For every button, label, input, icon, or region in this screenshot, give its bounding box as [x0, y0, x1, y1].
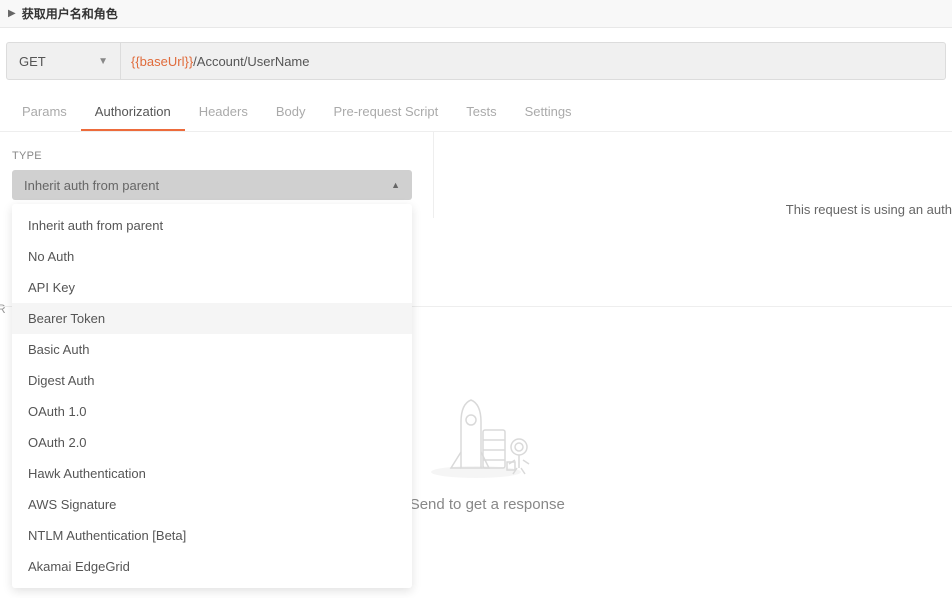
http-method-select[interactable]: GET ▼	[7, 43, 121, 79]
tab-authorization[interactable]: Authorization	[81, 94, 185, 131]
auth-right-panel: This request is using an auth	[434, 132, 952, 218]
request-row: GET ▼ {{baseUrl}}/Account/UserName	[6, 42, 946, 80]
auth-type-label: TYPE	[12, 150, 421, 162]
title-bar: ▶ 获取用户名和角色	[0, 0, 952, 28]
tab-params[interactable]: Params	[8, 94, 81, 131]
auth-option-basic[interactable]: Basic Auth	[12, 334, 412, 365]
tab-settings[interactable]: Settings	[511, 94, 586, 131]
content-area: TYPE Inherit auth from parent ▲ Inherit …	[0, 132, 952, 218]
auth-option-apikey[interactable]: API Key	[12, 272, 412, 303]
tab-tests[interactable]: Tests	[452, 94, 510, 131]
auth-inherit-text: This request is using an auth	[786, 202, 952, 217]
tab-headers[interactable]: Headers	[185, 94, 262, 131]
triangle-up-icon: ▲	[391, 180, 400, 190]
auth-option-aws[interactable]: AWS Signature	[12, 489, 412, 520]
url-input[interactable]: {{baseUrl}}/Account/UserName	[121, 43, 945, 79]
url-variable: {{baseUrl}}	[131, 54, 193, 69]
chevron-down-icon: ▼	[98, 56, 108, 67]
auth-option-digest[interactable]: Digest Auth	[12, 365, 412, 396]
auth-left-panel: TYPE Inherit auth from parent ▲ Inherit …	[0, 132, 434, 218]
collapse-triangle-icon[interactable]: ▶	[8, 8, 16, 19]
request-title: 获取用户名和角色	[22, 5, 118, 22]
auth-option-oauth2[interactable]: OAuth 2.0	[12, 427, 412, 458]
tab-prerequest[interactable]: Pre-request Script	[319, 94, 452, 131]
tab-body[interactable]: Body	[262, 94, 320, 131]
response-empty-text: Hit Send to get a response	[387, 496, 565, 513]
request-tabs: Params Authorization Headers Body Pre-re…	[0, 94, 952, 132]
auth-option-akamai[interactable]: Akamai EdgeGrid	[12, 551, 412, 582]
auth-option-hawk[interactable]: Hawk Authentication	[12, 458, 412, 489]
auth-type-dropdown-list: Inherit auth from parent No Auth API Key…	[12, 204, 412, 588]
auth-option-ntlm[interactable]: NTLM Authentication [Beta]	[12, 520, 412, 551]
auth-type-selected: Inherit auth from parent	[24, 178, 159, 193]
url-path: /Account/UserName	[193, 54, 309, 69]
auth-option-oauth1[interactable]: OAuth 1.0	[12, 396, 412, 427]
auth-option-inherit[interactable]: Inherit auth from parent	[12, 210, 412, 241]
http-method-value: GET	[19, 54, 46, 69]
auth-option-bearer[interactable]: Bearer Token	[12, 303, 412, 334]
rocket-illustration-icon	[411, 392, 541, 482]
auth-option-noauth[interactable]: No Auth	[12, 241, 412, 272]
auth-type-dropdown[interactable]: Inherit auth from parent ▲	[12, 170, 412, 200]
